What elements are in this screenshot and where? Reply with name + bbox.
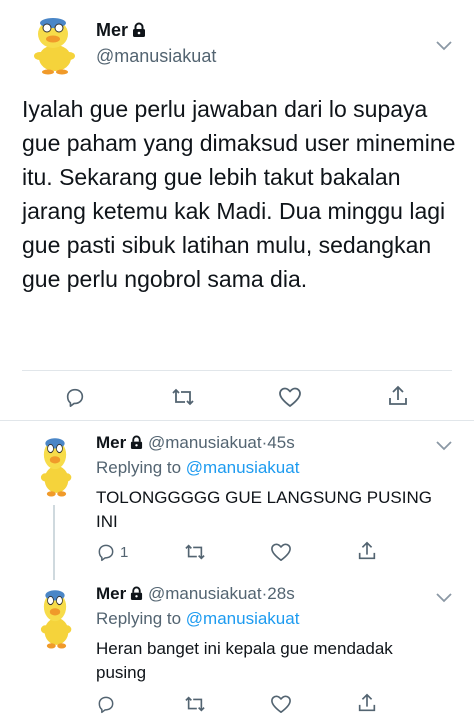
reply-icon bbox=[98, 544, 114, 562]
reply-button[interactable] bbox=[96, 694, 120, 714]
share-icon bbox=[358, 541, 376, 560]
like-button[interactable] bbox=[270, 542, 292, 562]
share-icon bbox=[358, 693, 376, 712]
display-name[interactable]: Mer bbox=[96, 433, 126, 452]
timestamp[interactable]: 45s bbox=[267, 433, 294, 452]
chevron-down-icon[interactable] bbox=[436, 438, 452, 456]
avatar[interactable] bbox=[32, 584, 78, 650]
chevron-down-icon[interactable] bbox=[436, 590, 452, 608]
like-icon bbox=[271, 543, 291, 561]
lock-icon bbox=[132, 22, 146, 43]
retweet-button[interactable] bbox=[171, 386, 195, 408]
handle[interactable]: @manusiakuat bbox=[96, 46, 216, 67]
tweet-text: Heran banget ini kepala gue mendadak pus… bbox=[96, 639, 393, 682]
retweet-icon bbox=[172, 388, 194, 406]
retweet-icon bbox=[185, 696, 205, 712]
tweet-text: Iyalah gue perlu jawaban dari lo supaya … bbox=[22, 96, 456, 292]
duck-avatar-icon bbox=[40, 590, 72, 649]
lock-icon bbox=[130, 586, 143, 606]
like-icon bbox=[271, 695, 291, 713]
like-icon bbox=[279, 387, 301, 407]
thread-line bbox=[53, 505, 55, 580]
duck-avatar-icon bbox=[34, 18, 75, 75]
duck-avatar-icon bbox=[40, 438, 72, 497]
reply-button[interactable]: 1 bbox=[96, 542, 128, 562]
avatar[interactable] bbox=[22, 12, 84, 76]
replying-label: Replying to bbox=[96, 609, 182, 628]
avatar[interactable] bbox=[32, 432, 78, 498]
share-button[interactable] bbox=[356, 540, 378, 562]
reply-count: 1 bbox=[120, 543, 129, 561]
timestamp[interactable]: 28s bbox=[267, 584, 294, 603]
retweet-button[interactable] bbox=[184, 542, 206, 562]
reply-icon bbox=[98, 696, 114, 714]
chevron-down-icon[interactable] bbox=[436, 38, 452, 56]
divider bbox=[22, 370, 452, 371]
display-name[interactable]: Mer bbox=[96, 584, 126, 603]
retweet-icon bbox=[185, 544, 205, 560]
like-button[interactable] bbox=[278, 386, 302, 408]
replying-label: Replying to bbox=[96, 458, 182, 477]
replying-to-link[interactable]: @manusiakuat bbox=[186, 609, 300, 628]
like-button[interactable] bbox=[270, 694, 292, 714]
divider bbox=[0, 420, 474, 421]
share-button[interactable] bbox=[356, 692, 378, 714]
lock-icon bbox=[130, 435, 143, 455]
handle[interactable]: @manusiakuat bbox=[148, 584, 262, 603]
share-button[interactable] bbox=[386, 384, 410, 408]
replying-to-link[interactable]: @manusiakuat bbox=[186, 458, 300, 477]
tweet-text: TOLONGGGGG GUE LANGSUNG PUSING INI bbox=[96, 488, 432, 531]
display-name[interactable]: Mer bbox=[96, 20, 128, 40]
reply-button[interactable] bbox=[64, 386, 86, 408]
handle[interactable]: @manusiakuat bbox=[148, 433, 262, 452]
share-icon bbox=[389, 385, 407, 405]
reply-icon bbox=[66, 388, 84, 407]
retweet-button[interactable] bbox=[184, 694, 206, 714]
